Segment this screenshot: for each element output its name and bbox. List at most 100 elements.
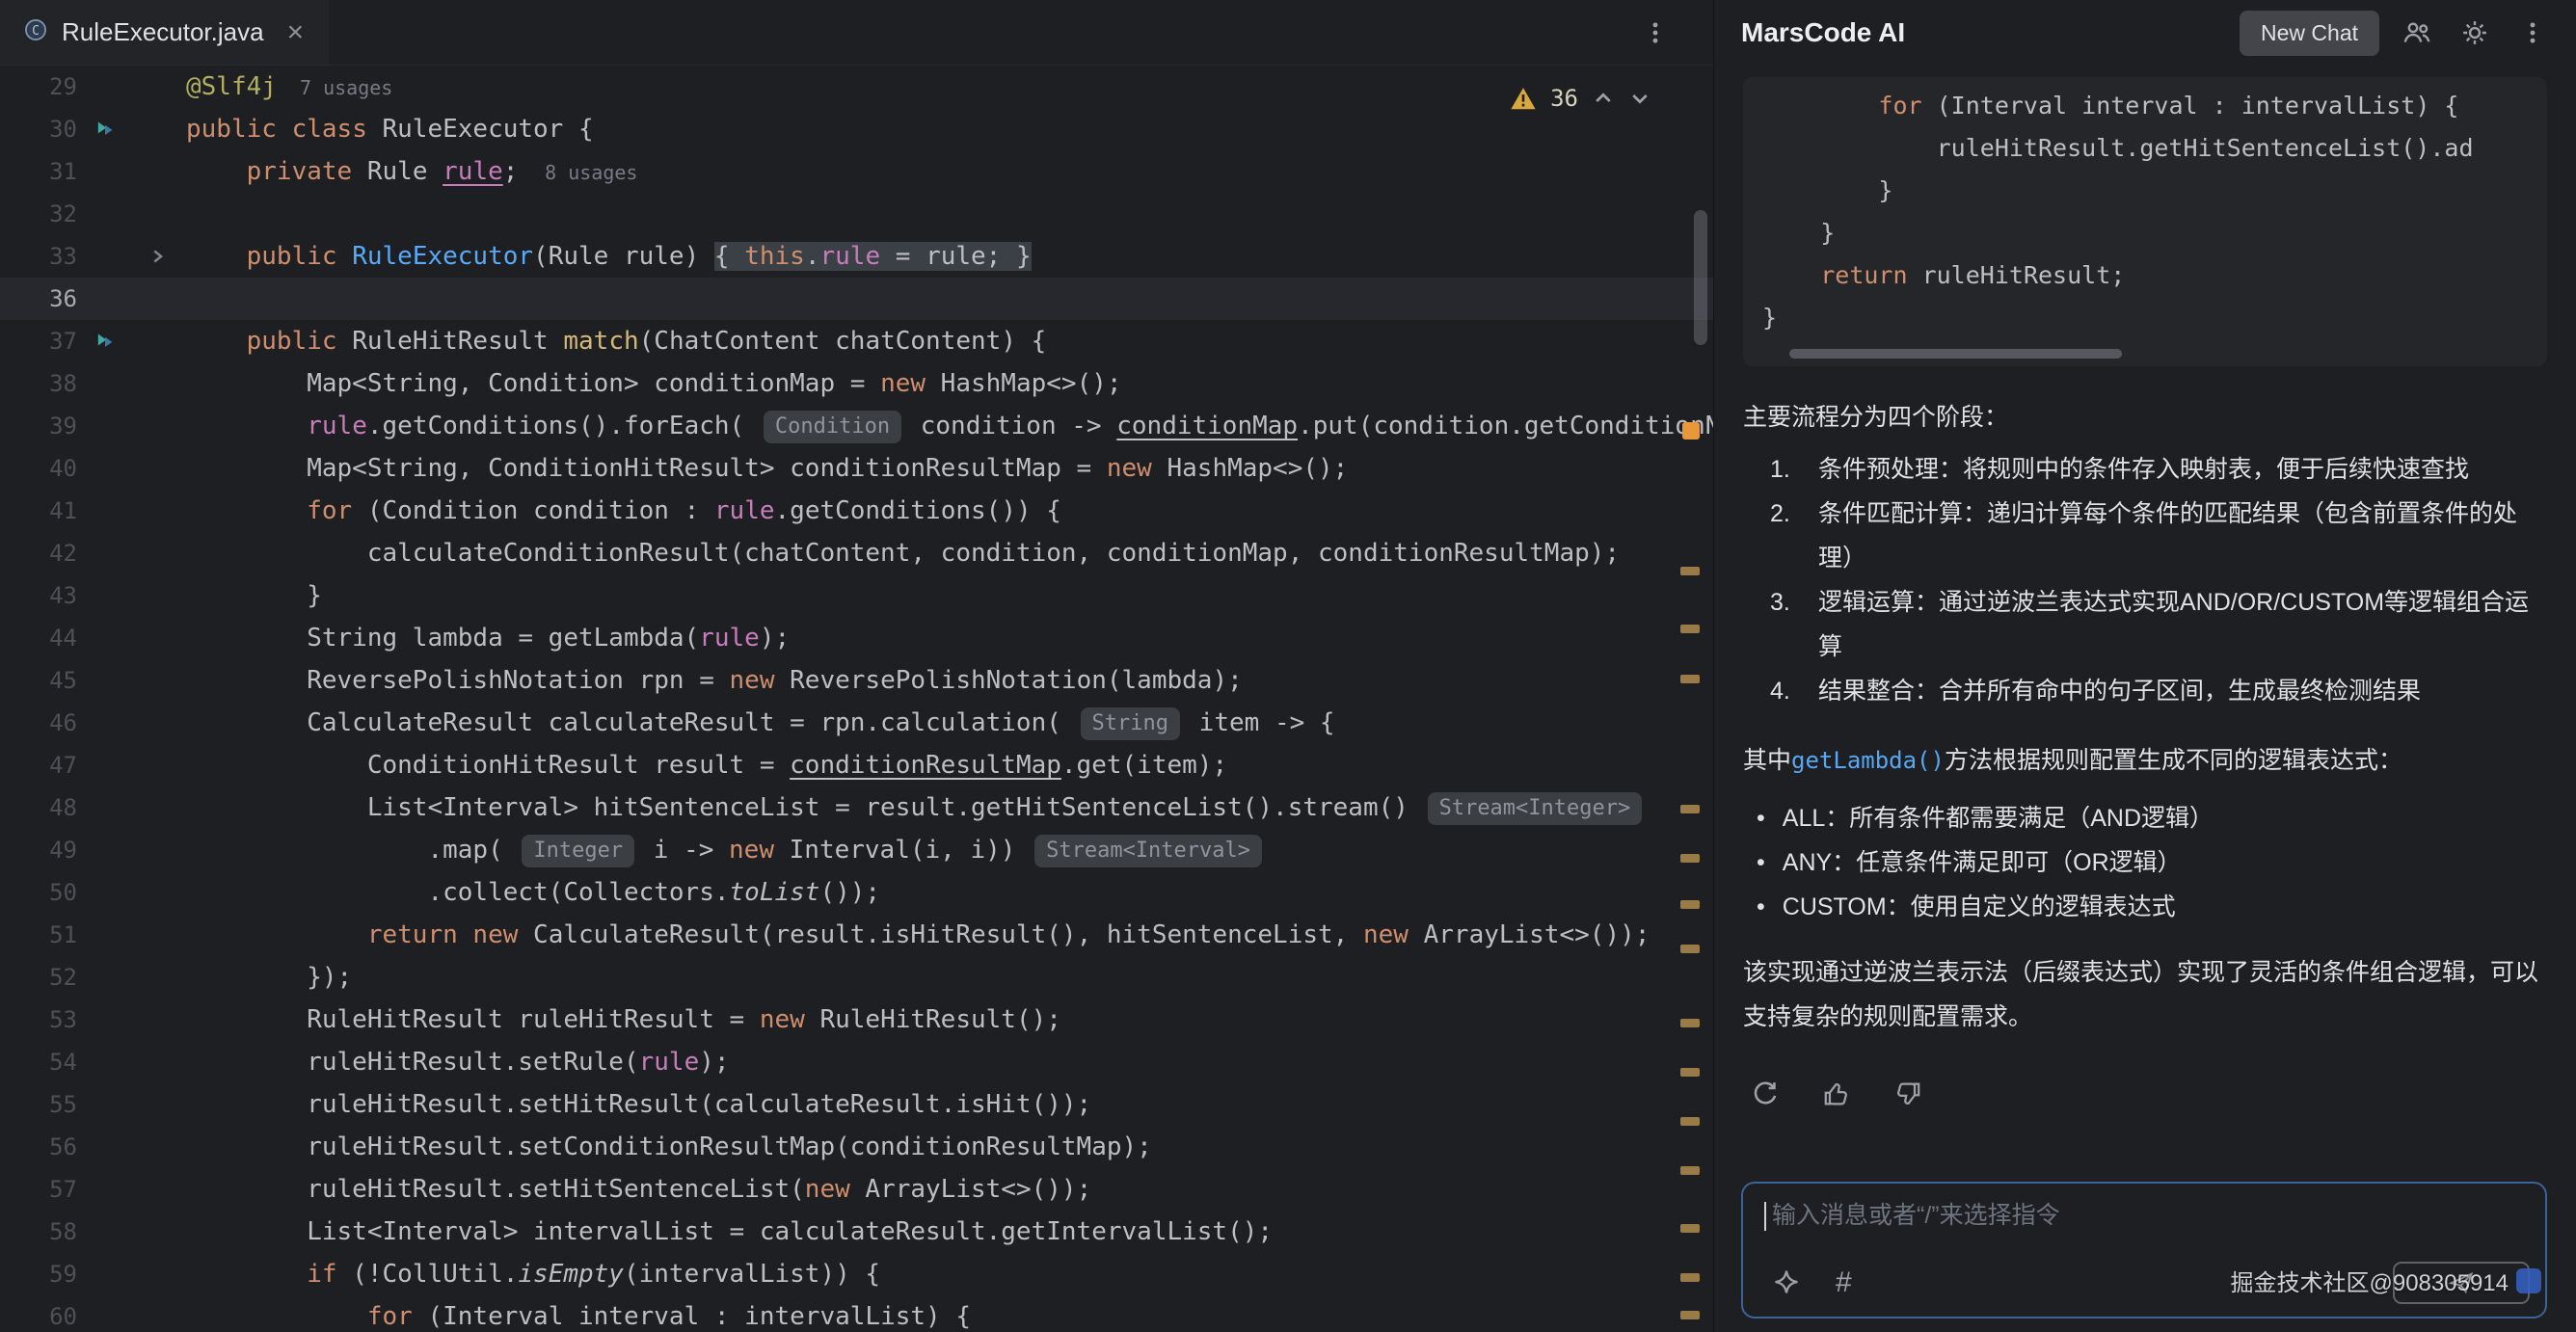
code-line[interactable]: 53 RuleHitResult ruleHitResult = new Rul…: [0, 999, 1713, 1041]
line-number[interactable]: 39: [0, 405, 77, 447]
gutter-ai-icon[interactable]: [77, 108, 133, 150]
line-number[interactable]: 31: [0, 150, 77, 193]
editor-options-button[interactable]: [1636, 13, 1675, 52]
code-line[interactable]: 33 public RuleExecutor(Rule rule) { this…: [0, 235, 1713, 278]
code-line[interactable]: 45 ReversePolishNotation rpn = new Rever…: [0, 659, 1713, 702]
code-line[interactable]: 50 .collect(Collectors.toList());: [0, 871, 1713, 914]
collaborators-button[interactable]: [2397, 13, 2437, 53]
gutter-ai-icon[interactable]: [77, 320, 133, 362]
code-line[interactable]: 42 calculateConditionResult(chatContent,…: [0, 532, 1713, 574]
line-number[interactable]: 38: [0, 362, 77, 405]
chat-input-field[interactable]: [1770, 1201, 2524, 1231]
code-line[interactable]: 56 ruleHitResult.setConditionResultMap(c…: [0, 1126, 1713, 1168]
code-line[interactable]: 57 ruleHitResult.setHitSentenceList(new …: [0, 1168, 1713, 1211]
quick-command-button[interactable]: [1766, 1263, 1807, 1303]
line-number[interactable]: 42: [0, 532, 77, 574]
code-line[interactable]: 52 });: [0, 956, 1713, 999]
code-line[interactable]: 29@Slf4j 7 usages: [0, 66, 1713, 108]
error-stripe-mark[interactable]: [1680, 854, 1700, 863]
code-line[interactable]: 60 for (Interval interval : intervalList…: [0, 1295, 1713, 1332]
gutter-spacer: [77, 956, 133, 999]
settings-button[interactable]: [2455, 13, 2495, 53]
code-line[interactable]: 54 ruleHitResult.setRule(rule);: [0, 1041, 1713, 1083]
line-number[interactable]: 46: [0, 702, 77, 744]
line-number[interactable]: 57: [0, 1168, 77, 1211]
error-stripe-mark[interactable]: [1680, 805, 1700, 813]
code-line[interactable]: 37 public RuleHitResult match(ChatConten…: [0, 320, 1713, 362]
line-number[interactable]: 58: [0, 1211, 77, 1253]
line-number[interactable]: 56: [0, 1126, 77, 1168]
line-number[interactable]: 53: [0, 999, 77, 1041]
line-number[interactable]: 43: [0, 574, 77, 617]
thumbs-up-button[interactable]: [1814, 1072, 1859, 1116]
error-stripe-mark[interactable]: [1682, 422, 1700, 440]
code-line[interactable]: 44 String lambda = getLambda(rule);: [0, 617, 1713, 659]
error-stripe-mark[interactable]: [1680, 1311, 1700, 1319]
editor-scrollbar-thumb[interactable]: [1694, 210, 1707, 345]
tab-close-button[interactable]: ×: [287, 18, 305, 47]
code-line[interactable]: 49 .map( Integer i -> new Interval(i, i)…: [0, 829, 1713, 871]
line-number[interactable]: 47: [0, 744, 77, 786]
line-number[interactable]: 55: [0, 1083, 77, 1126]
code-line[interactable]: 58 List<Interval> intervalList = calcula…: [0, 1211, 1713, 1253]
line-number[interactable]: 48: [0, 786, 77, 829]
error-stripe-mark[interactable]: [1680, 1166, 1700, 1175]
chat-input-box[interactable]: # 掘金技术社区@908305914: [1741, 1182, 2547, 1319]
code-line[interactable]: 48 List<Interval> hitSentenceList = resu…: [0, 786, 1713, 829]
code-line[interactable]: 55 ruleHitResult.setHitResult(calculateR…: [0, 1083, 1713, 1126]
code-block-scrollbar[interactable]: [1768, 349, 2541, 359]
error-stripe-mark[interactable]: [1680, 900, 1700, 909]
line-number[interactable]: 37: [0, 320, 77, 362]
line-number[interactable]: 36: [0, 278, 77, 320]
error-stripe-mark[interactable]: [1680, 1117, 1700, 1126]
error-stripe-mark[interactable]: [1680, 945, 1700, 953]
code-line[interactable]: 39 rule.getConditions().forEach( Conditi…: [0, 405, 1713, 447]
error-stripe-mark[interactable]: [1680, 567, 1700, 575]
line-number[interactable]: 54: [0, 1041, 77, 1083]
code-block-scrollbar-thumb[interactable]: [1789, 349, 2122, 359]
code-line[interactable]: 32: [0, 193, 1713, 235]
line-number[interactable]: 44: [0, 617, 77, 659]
code-line[interactable]: 36: [0, 278, 1713, 320]
previous-warning-button[interactable]: [1592, 87, 1615, 110]
line-number[interactable]: 45: [0, 659, 77, 702]
hash-context-button[interactable]: #: [1836, 1268, 1852, 1297]
line-number[interactable]: 49: [0, 829, 77, 871]
code-line[interactable]: 43 }: [0, 574, 1713, 617]
tab-rule-executor[interactable]: C RuleExecutor.java ×: [0, 0, 329, 65]
code-line[interactable]: 30public class RuleExecutor {: [0, 108, 1713, 150]
error-stripe-mark[interactable]: [1680, 1273, 1700, 1282]
line-number[interactable]: 40: [0, 447, 77, 490]
error-stripe-mark[interactable]: [1680, 625, 1700, 633]
code-line[interactable]: 41 for (Condition condition : rule.getCo…: [0, 490, 1713, 532]
line-number[interactable]: 33: [0, 235, 77, 278]
line-number[interactable]: 32: [0, 193, 77, 235]
code-line[interactable]: 51 return new CalculateResult(result.isH…: [0, 914, 1713, 956]
code-editor[interactable]: 29@Slf4j 7 usages30public class RuleExec…: [0, 66, 1713, 1332]
new-chat-button[interactable]: New Chat: [2240, 11, 2379, 56]
code-line[interactable]: 46 CalculateResult calculateResult = rpn…: [0, 702, 1713, 744]
line-number[interactable]: 30: [0, 108, 77, 150]
error-stripe-mark[interactable]: [1680, 1068, 1700, 1077]
line-number[interactable]: 52: [0, 956, 77, 999]
line-number[interactable]: 59: [0, 1253, 77, 1295]
code-line[interactable]: 59 if (!CollUtil.isEmpty(intervalList)) …: [0, 1253, 1713, 1295]
code-line[interactable]: 31 private Rule rule; 8 usages: [0, 150, 1713, 193]
thumbs-down-button[interactable]: [1886, 1072, 1930, 1116]
regenerate-button[interactable]: [1743, 1072, 1787, 1116]
line-number[interactable]: 41: [0, 490, 77, 532]
line-number[interactable]: 51: [0, 914, 77, 956]
error-stripe-mark[interactable]: [1680, 1019, 1700, 1027]
line-number[interactable]: 29: [0, 66, 77, 108]
panel-menu-button[interactable]: [2512, 13, 2553, 53]
error-stripe-mark[interactable]: [1680, 1224, 1700, 1233]
line-number[interactable]: 60: [0, 1295, 77, 1332]
line-number[interactable]: 50: [0, 871, 77, 914]
error-stripe-mark[interactable]: [1680, 675, 1700, 683]
code-line[interactable]: 40 Map<String, ConditionHitResult> condi…: [0, 447, 1713, 490]
code-line[interactable]: 47 ConditionHitResult result = condition…: [0, 744, 1713, 786]
fold-chevron-icon[interactable]: [133, 235, 186, 278]
chat-message-area[interactable]: for (Interval interval : intervalList) {…: [1714, 66, 2576, 1178]
code-line[interactable]: 38 Map<String, Condition> conditionMap =…: [0, 362, 1713, 405]
next-warning-button[interactable]: [1628, 87, 1651, 110]
